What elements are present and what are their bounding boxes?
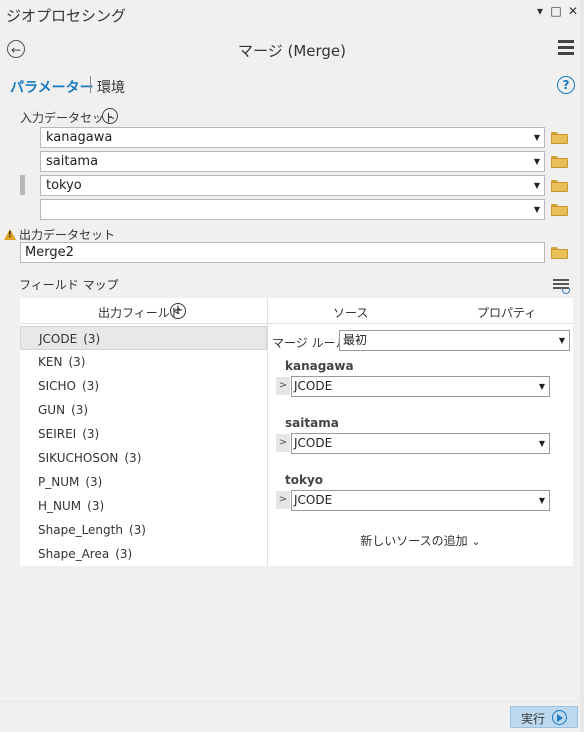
folder-browse-icon[interactable] (551, 131, 569, 145)
field-count: (3) (82, 379, 100, 393)
field-name: P_NUM (38, 475, 80, 489)
source-name: kanagawa (285, 359, 354, 373)
input-dataset-combo[interactable]: tokyo ▼ (40, 175, 545, 196)
help-icon[interactable]: ? (557, 76, 575, 94)
output-dataset-input[interactable]: Merge2 (20, 242, 545, 263)
expand-arrow-icon[interactable]: > (276, 434, 290, 452)
field-count: (3) (128, 523, 146, 537)
folder-browse-icon[interactable] (551, 246, 569, 260)
merge-rule-value: 最初 (343, 333, 368, 347)
pane-options-icon[interactable]: ▾ (533, 4, 547, 18)
field-row[interactable]: SEIREI (3) (20, 422, 267, 446)
folder-browse-icon[interactable] (551, 155, 569, 169)
input-dataset-value: tokyo (46, 178, 82, 193)
field-map-label: フィールド マップ (19, 278, 119, 292)
play-icon (552, 710, 567, 725)
field-row[interactable]: SICHO (3) (20, 374, 267, 398)
scrollbar-track[interactable] (580, 0, 584, 732)
footer-divider (0, 701, 584, 702)
header-divider (20, 323, 267, 324)
field-name: Shape_Area (38, 547, 110, 561)
source-name: saitama (285, 416, 339, 430)
field-name: H_NUM (38, 499, 82, 513)
merge-rule-label: マージ ルール (272, 336, 348, 350)
field-row[interactable]: Shape_Area (3) (20, 542, 267, 566)
pane-title: ジオプロセシング (6, 7, 127, 25)
dropdown-arrow-icon[interactable]: ▼ (539, 491, 545, 510)
source-field-value: JCODE (294, 379, 333, 393)
source-field-select[interactable]: JCODE ▼ (291, 490, 550, 511)
field-name: SIKUCHOSON (38, 451, 119, 465)
source-field-select[interactable]: JCODE ▼ (291, 376, 550, 397)
field-count: (3) (124, 451, 142, 465)
field-count: (3) (71, 403, 89, 417)
field-map-options-icon[interactable] (553, 279, 570, 295)
field-count: (3) (82, 427, 100, 441)
input-dataset-value: saitama (46, 154, 99, 169)
expand-arrow-icon[interactable]: > (276, 491, 290, 509)
field-row[interactable]: KEN (3) (20, 350, 267, 374)
tab-properties[interactable]: プロパティ (477, 304, 536, 321)
field-count: (3) (83, 332, 101, 346)
tab-sources[interactable]: ソース (333, 304, 368, 321)
row-drag-handle[interactable] (20, 175, 25, 195)
run-button[interactable]: 実行 (510, 706, 578, 728)
panel-divider (267, 298, 268, 566)
output-dataset-label: 出力データセット (19, 228, 116, 242)
source-name: tokyo (285, 473, 324, 487)
field-name: SICHO (38, 379, 77, 393)
add-new-source-button[interactable]: 新しいソースの追加 ⌄ (268, 532, 573, 549)
field-name: Shape_Length (38, 523, 123, 537)
run-button-label: 実行 (521, 712, 546, 726)
chevron-down-icon: ⌄ (471, 535, 481, 548)
field-row[interactable]: JCODE (3) (20, 326, 267, 350)
field-count: (3) (68, 355, 86, 369)
field-name: GUN (38, 403, 66, 417)
dropdown-arrow-icon[interactable]: ▼ (559, 331, 565, 350)
field-row[interactable]: GUN (3) (20, 398, 267, 422)
field-row[interactable]: Shape_Length (3) (20, 518, 267, 542)
input-dataset-combo[interactable]: saitama ▼ (40, 151, 545, 172)
folder-browse-icon[interactable] (551, 179, 569, 193)
close-icon[interactable]: ✕ (566, 4, 580, 18)
source-field-value: JCODE (294, 493, 333, 507)
dropdown-arrow-icon[interactable]: ▼ (534, 176, 540, 195)
input-dataset-combo[interactable]: kanagawa ▼ (40, 127, 545, 148)
dropdown-arrow-icon[interactable]: ▼ (534, 200, 540, 219)
add-source-label: 新しいソースの追加 (360, 534, 468, 548)
source-field-value: JCODE (294, 436, 333, 450)
dropdown-arrow-icon[interactable]: ▼ (539, 434, 545, 453)
input-dataset-value: kanagawa (46, 130, 113, 145)
maximize-icon[interactable]: □ (549, 4, 563, 18)
input-dataset-combo-empty[interactable]: ▼ (40, 199, 545, 220)
dropdown-arrow-icon[interactable]: ▼ (534, 128, 540, 147)
field-name: JCODE (39, 332, 78, 346)
field-count: (3) (85, 475, 103, 489)
add-field-icon[interactable]: + (170, 303, 186, 319)
field-row[interactable]: P_NUM (3) (20, 470, 267, 494)
tab-parameters[interactable]: パラメーター (10, 77, 94, 97)
menu-icon[interactable] (558, 40, 574, 58)
field-name: SEIREI (38, 427, 77, 441)
expand-icon[interactable]: ⌄ (102, 108, 118, 124)
tab-separator (90, 76, 91, 93)
field-count: (3) (115, 547, 133, 561)
dropdown-arrow-icon[interactable]: ▼ (534, 152, 540, 171)
field-count: (3) (87, 499, 105, 513)
tab-divider (268, 323, 573, 324)
expand-arrow-icon[interactable]: > (276, 377, 290, 395)
warning-mark: ! (8, 230, 12, 239)
dropdown-arrow-icon[interactable]: ▼ (539, 377, 545, 396)
field-row[interactable]: SIKUCHOSON (3) (20, 446, 267, 470)
tool-title: マージ (Merge) (238, 42, 346, 60)
field-name: KEN (38, 355, 63, 369)
folder-browse-icon[interactable] (551, 203, 569, 217)
merge-rule-select[interactable]: 最初 ▼ (339, 330, 570, 351)
tab-environments[interactable]: 環境 (97, 77, 125, 97)
source-field-select[interactable]: JCODE ▼ (291, 433, 550, 454)
field-row[interactable]: H_NUM (3) (20, 494, 267, 518)
